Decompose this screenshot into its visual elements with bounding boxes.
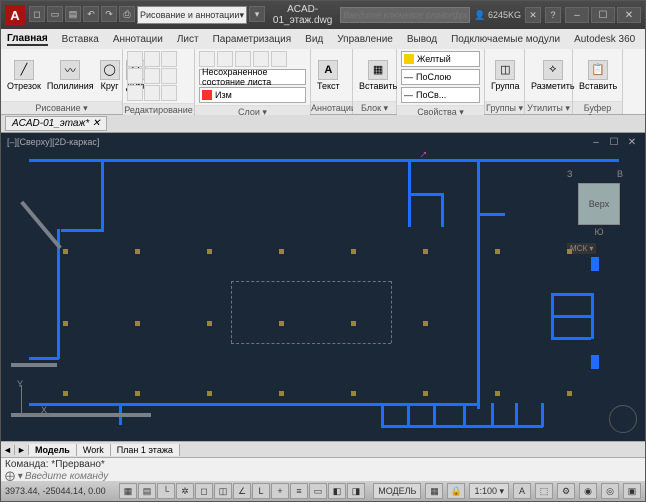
lwt-icon[interactable]: ≡ [290,483,308,499]
model-space-button[interactable]: МОДЕЛЬ [373,483,421,499]
grid-icon[interactable]: ▤ [138,483,156,499]
ribbon-tab-a360[interactable]: Autodesk 360 [574,34,635,45]
circle-button[interactable]: ◯Круг [98,60,122,91]
color-dropdown[interactable]: Желтый [401,51,480,67]
layer-match-icon[interactable] [271,51,287,67]
qat-redo-icon[interactable]: ↷ [101,6,117,22]
workspace-dropdown[interactable]: Рисование и аннотации▾ [137,6,247,24]
qp-icon[interactable]: ◧ [328,483,346,499]
layer-off-icon[interactable] [253,51,269,67]
line-button[interactable]: ╱Отрезок [5,60,43,91]
exchange-icon[interactable]: ✕ [525,7,541,23]
layout-tab-1[interactable]: Work [77,444,111,456]
scale-icon[interactable] [144,85,160,101]
window-title: ACAD-01_этаж.dwg [269,4,336,26]
status-grid2-icon[interactable]: ▦ [425,483,443,499]
ribbon-tab-view[interactable]: Вид [305,34,323,45]
qat-more-icon[interactable]: ▾ [249,6,265,22]
window-maximize-button[interactable]: ☐ [591,7,615,23]
move-icon[interactable] [127,51,143,67]
ribbon-tab-home[interactable]: Главная [7,33,48,46]
help-search-input[interactable] [340,7,470,23]
stretch-icon[interactable] [127,85,143,101]
layer-current-dropdown[interactable]: Изм [199,87,306,103]
measure-button[interactable]: ⟡Разметить [529,60,577,91]
model-tab[interactable]: Модель [29,444,77,456]
text-button[interactable]: AТекст [315,60,342,91]
ribbon-tab-insert[interactable]: Вставка [62,34,99,45]
status-lock-icon[interactable]: 🔒 [447,483,465,499]
drawing-canvas[interactable]: [–][Сверху][2D-каркас] – ☐ ✕ ЗВ Верх Ю М… [1,133,645,441]
linetype-dropdown[interactable]: — ПоСлою [401,69,480,85]
panel-title-annotation[interactable]: Аннотации ▾ [311,101,352,114]
isolate-icon[interactable]: ◎ [601,483,619,499]
polar-icon[interactable]: ✲ [176,483,194,499]
copy-icon[interactable] [127,68,143,84]
sc-icon[interactable]: ◨ [347,483,365,499]
modify-tools-grid [127,51,177,101]
doc-tab-close-icon[interactable]: ✕ [92,118,100,129]
ribbon-tab-output[interactable]: Вывод [407,34,437,45]
layer-freeze-icon[interactable] [217,51,233,67]
panel-title-utilities[interactable]: Утилиты ▾ [525,101,572,114]
panel-title-block[interactable]: Блок ▾ [353,101,396,114]
tpy-icon[interactable]: ▭ [309,483,327,499]
layout-tab-2[interactable]: План 1 этажа [111,444,180,456]
ribbon-tab-plugins[interactable]: Подключаемые модули [451,34,560,45]
annotation-scale-dropdown[interactable]: 1:100 ▾ [469,483,509,499]
qat-open-icon[interactable]: ▭ [47,6,63,22]
clean-screen-icon[interactable]: ▣ [623,483,641,499]
ws-switch-icon[interactable]: ⚙ [557,483,575,499]
window-close-button[interactable]: ✕ [617,7,641,23]
document-tab[interactable]: ACAD-01_этаж* ✕ [5,116,107,131]
panel-title-groups[interactable]: Группы ▾ [485,101,524,114]
snap-mode-icon[interactable]: ▦ [119,483,137,499]
annoscale-icon[interactable]: A [513,483,531,499]
qat-undo-icon[interactable]: ↶ [83,6,99,22]
insert-block-button[interactable]: ▦Вставить [357,60,399,91]
qat-save-icon[interactable]: ▤ [65,6,81,22]
fillet-icon[interactable] [161,68,177,84]
ribbon-tab-parametric[interactable]: Параметризация [213,34,292,45]
paste-button[interactable]: 📋Вставить [577,60,619,91]
ribbon-tab-layout[interactable]: Лист [177,34,199,45]
3dosnap-icon[interactable]: ◫ [214,483,232,499]
command-history: Команда: *Прервано* [5,459,641,470]
nav-wheel-icon[interactable] [609,405,637,433]
ribbon-tab-annotate[interactable]: Аннотации [113,34,163,45]
signin-label[interactable]: 👤 6245KG [474,10,521,21]
array-icon[interactable] [161,85,177,101]
trim-icon[interactable] [161,51,177,67]
qat-print-icon[interactable]: ⎙ [119,6,135,22]
group-button[interactable]: ◫Группа [489,60,522,91]
panel-title-draw[interactable]: Рисование ▾ [1,101,122,114]
layout-prev-button[interactable]: ◄ [1,445,15,455]
mirror-icon[interactable] [144,68,160,84]
coordinate-readout[interactable]: 3973.44, -25044.14, 0.00 [5,486,115,496]
rotate-icon[interactable] [144,51,160,67]
layer-props-icon[interactable] [199,51,215,67]
layer-lock-icon[interactable] [235,51,251,67]
ribbon-tab-manage[interactable]: Управление [337,34,393,45]
layer-swatch [202,90,212,100]
polyline-button[interactable]: 〰Полилиния [45,60,96,91]
dyn-icon[interactable]: + [271,483,289,499]
panel-title-clipboard: Буфер обмена [573,101,622,114]
app-logo[interactable]: A [5,5,25,25]
ribbon-tab-bar: Главная Вставка Аннотации Лист Параметри… [1,29,645,49]
lineweight-dropdown[interactable]: — ПоСв... [401,87,480,103]
layer-state-dropdown[interactable]: Несохраненное состояние листа [199,69,306,85]
color-swatch-icon [404,54,414,64]
ducs-icon[interactable]: L [252,483,270,499]
hw-accel-icon[interactable]: ◉ [579,483,597,499]
window-minimize-button[interactable]: – [565,7,589,23]
ortho-icon[interactable]: └ [157,483,175,499]
qat-new-icon[interactable]: ◻ [29,6,45,22]
osnap-icon[interactable]: ◻ [195,483,213,499]
annovis-icon[interactable]: ⬚ [535,483,553,499]
help-icon[interactable]: ? [545,7,561,23]
command-icon[interactable]: ⨁ ▾ [5,471,23,482]
layout-next-button[interactable]: ► [15,445,29,455]
otrack-icon[interactable]: ∠ [233,483,251,499]
